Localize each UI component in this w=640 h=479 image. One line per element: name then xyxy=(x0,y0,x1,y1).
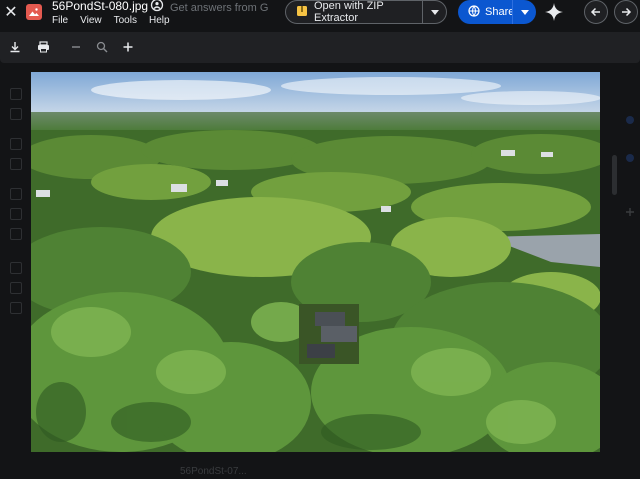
grid-icon xyxy=(10,158,22,170)
share-button[interactable]: Share xyxy=(458,0,515,24)
aerial-forest-photo xyxy=(31,72,600,452)
menu-file[interactable]: File xyxy=(52,15,68,26)
print-icon[interactable] xyxy=(34,38,52,56)
zoom-in-icon[interactable] xyxy=(119,38,137,56)
file-title: 56PondSt-080.jpg xyxy=(52,0,149,13)
star-icon xyxy=(10,228,22,240)
computer-icon xyxy=(10,138,22,150)
people-icon xyxy=(10,188,22,200)
clock-icon xyxy=(10,208,22,220)
background-side-rail xyxy=(0,70,28,470)
open-with-label: Open with ZIP Extractor xyxy=(314,0,384,24)
menu-help[interactable]: Help xyxy=(149,15,170,26)
arrow-right-icon xyxy=(622,7,632,17)
menu-view[interactable]: View xyxy=(80,15,102,26)
arrow-left-icon xyxy=(590,7,600,17)
next-button[interactable] xyxy=(614,0,638,24)
scrollbar-thumb[interactable] xyxy=(612,155,617,195)
share-label: Share xyxy=(485,6,515,18)
folder-icon xyxy=(10,108,22,120)
home-icon xyxy=(10,88,22,100)
menu-bar: File View Tools Help xyxy=(52,15,170,26)
open-with-dropdown[interactable] xyxy=(423,0,447,24)
ghost-tab-text: Get answers from G xyxy=(170,2,269,14)
share-dropdown[interactable] xyxy=(512,0,536,24)
gemini-sparkle-icon[interactable] xyxy=(544,2,564,22)
open-with-button[interactable]: Open with ZIP Extractor xyxy=(285,0,423,24)
previous-button[interactable] xyxy=(584,0,608,24)
globe-icon xyxy=(468,4,480,20)
shared-icon[interactable] xyxy=(150,0,164,12)
viewer-toolbar xyxy=(0,32,640,63)
zip-extractor-icon xyxy=(296,5,308,20)
spam-icon xyxy=(10,262,22,274)
image-file-icon xyxy=(26,4,42,20)
title-bar: ✕ 56PondSt-080.jpg Get answers from G Fi… xyxy=(0,0,640,30)
caret-down-icon xyxy=(520,9,529,15)
zoom-out-icon[interactable] xyxy=(67,38,85,56)
trash-icon xyxy=(10,282,22,294)
background-right-rail xyxy=(606,80,640,380)
caret-down-icon xyxy=(430,9,439,15)
download-icon[interactable] xyxy=(6,38,24,56)
zoom-icon[interactable] xyxy=(93,38,111,56)
cloud-icon xyxy=(10,302,22,314)
close-icon[interactable]: ✕ xyxy=(2,2,20,22)
menu-tools[interactable]: Tools xyxy=(114,15,137,26)
image-preview[interactable] xyxy=(31,72,600,452)
background-file-name: 56PondSt-07... xyxy=(180,466,247,477)
